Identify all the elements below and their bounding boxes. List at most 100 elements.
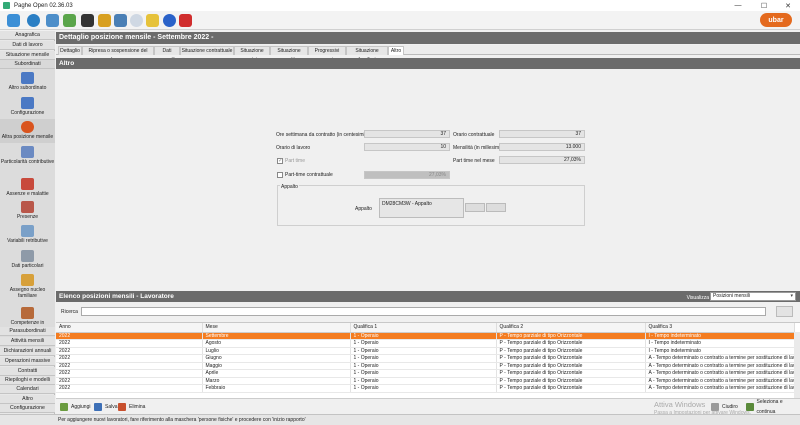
chart-icon	[21, 225, 34, 237]
nav-calendari[interactable]: Calendari	[0, 385, 55, 394]
search-input[interactable]	[81, 307, 766, 316]
tab-sit-contrattuale[interactable]: Situazione contrattuale	[180, 46, 234, 55]
part-time-checkbox[interactable]	[277, 157, 283, 164]
bug-icon[interactable]	[81, 14, 94, 27]
table-cell: 2022	[56, 377, 203, 385]
calendar-check-icon	[21, 201, 34, 213]
sidebar-item-altro-subordinato[interactable]: Altro subordinato	[0, 72, 55, 91]
nav-altro[interactable]: Altro	[0, 395, 55, 404]
orario-contrattuale-field[interactable]: 37	[499, 130, 585, 138]
visualizza-select[interactable]: Posizioni mensili	[710, 292, 796, 301]
network-icon[interactable]	[114, 14, 127, 27]
sidebar-item-dati-particolari[interactable]: Dati particolari	[0, 250, 55, 269]
appalto-search-button[interactable]	[465, 203, 485, 212]
col-qualifica-2[interactable]: Qualifica 2	[496, 323, 646, 333]
folder-icon[interactable]	[146, 14, 159, 27]
pt-contrattuale-checkbox[interactable]	[277, 172, 283, 178]
sidebar-item-configurazione[interactable]: Configurazione	[0, 97, 55, 116]
cloud-icon[interactable]	[130, 14, 143, 27]
search-button[interactable]	[776, 306, 793, 317]
table-cell: 2022	[56, 339, 203, 348]
ore-settimana-field[interactable]: 37	[364, 130, 450, 138]
col-mese[interactable]: Mese	[202, 323, 351, 333]
edit-icon[interactable]	[63, 14, 76, 27]
nav-dichiarazioni[interactable]: Dichiarazioni annuali	[0, 347, 55, 356]
mensilita-field[interactable]: 13.000	[499, 143, 585, 151]
search-label: Ricerca	[61, 309, 78, 315]
select-continue-button[interactable]: Seleziona e continua	[746, 399, 800, 415]
nav-anagrafica[interactable]: Anagrafica	[0, 31, 55, 40]
table-row[interactable]: 2022 Marzo 1 - Operaio P - Tempo parziale d…	[56, 377, 795, 385]
globe-icon[interactable]	[27, 14, 40, 27]
table-cell: Marzo	[202, 377, 351, 385]
add-button[interactable]: Aggiungi	[60, 402, 90, 412]
status-bar: Per aggiungere nuovi lavoratori, fare ri…	[0, 414, 800, 425]
orario-lavoro-field[interactable]: 10	[364, 143, 450, 151]
info-icon[interactable]	[163, 14, 176, 27]
nav-riepiloghi[interactable]: Riepiloghi e modelli	[0, 376, 55, 385]
tab-ripresa[interactable]: Ripresa o sospensione del lavoro	[82, 46, 154, 63]
people-icon[interactable]	[98, 14, 111, 27]
nav-dati-lavoro[interactable]: Dati di lavoro	[0, 41, 55, 50]
table-cell: 1 - Operaio	[350, 362, 497, 370]
tab-dettaglio[interactable]: Dettaglio	[58, 46, 82, 55]
col-qualifica-1[interactable]: Qualifica 1	[350, 323, 497, 333]
table-row[interactable]: 2022 Giugno 1 - Operaio P - Tempo parziale …	[56, 354, 795, 363]
delete-button[interactable]: Elimina	[118, 402, 145, 412]
table-row[interactable]: 2022 Agosto 1 - Operaio P - Tempo parziale …	[56, 339, 795, 348]
table-cell: P - Tempo parziale di tipo Orizzontale	[496, 332, 646, 340]
sidebar-item-presenze[interactable]: Presenze	[0, 201, 55, 220]
home-icon[interactable]	[7, 14, 20, 27]
table-cell: P - Tempo parziale di tipo Orizzontale	[496, 384, 646, 393]
nav-situazione-mensile[interactable]: Situazione mensile	[0, 51, 55, 60]
close-window-button[interactable]: ✕	[776, 0, 800, 11]
maximize-button[interactable]: ☐	[752, 0, 776, 11]
nav-attivita-mensili[interactable]: Attività mensili	[0, 337, 55, 346]
minimize-button[interactable]: —	[726, 0, 750, 11]
tab-sit-scatti[interactable]: Situazione scatti	[270, 46, 308, 63]
table-cell: P - Tempo parziale di tipo Orizzontale	[496, 347, 646, 355]
table-scrollbar[interactable]	[794, 332, 800, 398]
table-cell: Luglio	[202, 347, 351, 355]
nav-subordinati[interactable]: Subordinati	[0, 60, 55, 69]
sidebar-item-competenze[interactable]: Competenze in	[0, 307, 55, 326]
tab-sit-ratei[interactable]: Situazione ratei	[234, 46, 270, 63]
table-row[interactable]: 2022 Aprile 1 - Operaio P - Tempo parziale …	[56, 369, 795, 378]
tab-altro[interactable]: Altro	[388, 46, 404, 55]
person-icon	[21, 72, 34, 84]
table-cell: P - Tempo parziale di tipo Orizzontale	[496, 362, 646, 370]
sidebar-item-assenze[interactable]: Assenze e malattie	[0, 178, 55, 197]
sidebar-item-altra-posizione[interactable]: Altra posizione mensile	[0, 119, 55, 143]
sidebar-item-variabili[interactable]: Variabili retributive	[0, 225, 55, 244]
nav-configurazione[interactable]: Configurazione	[0, 404, 55, 413]
table-cell: 1 - Operaio	[350, 339, 497, 348]
app-icon	[3, 2, 10, 9]
table-row[interactable]: 2022 Luglio 1 - Operaio P - Tempo parziale …	[56, 347, 795, 355]
tab-sit-familiari[interactable]: Situazione familiari	[346, 46, 388, 63]
close-icon[interactable]	[179, 14, 192, 27]
tab-dati-mensili[interactable]: Dati mensili	[154, 46, 180, 63]
nav-parasubordinati[interactable]: Parasubordinati	[0, 327, 55, 336]
sidebar-item-particolarita[interactable]: Particolarità contributive	[0, 146, 55, 165]
nav-contratti[interactable]: Contratti	[0, 367, 55, 376]
appalto-edit-button[interactable]	[486, 203, 506, 212]
col-qualifica-3[interactable]: Qualifica 3	[645, 323, 795, 333]
appalto-field[interactable]: DM28CM3W - Appalto	[379, 198, 464, 218]
table-row[interactable]: 2022 Settembre 1 - Operaio P - Tempo parzia…	[56, 332, 795, 340]
tab-progressivi[interactable]: Progressivi annui	[308, 46, 346, 63]
table-cell: 1 - Operaio	[350, 369, 497, 378]
table-cell: I - Tempo indeterminato	[645, 339, 795, 348]
pt-contrattuale-label: Part-time contrattuale	[285, 172, 333, 178]
ore-settimana-label: Ore settimana da contratto (in centesimi…	[276, 132, 367, 138]
table-cell: A - Tempo determinato o contratto a term…	[645, 377, 795, 385]
table-row[interactable]: 2022 Febbraio 1 - Operaio P - Tempo parzial…	[56, 384, 795, 393]
col-anno[interactable]: Anno	[56, 323, 203, 333]
sidebar-item-assegno[interactable]: Assegno nucleo familiare	[0, 274, 55, 299]
section-title: Altro	[56, 58, 800, 69]
save-button[interactable]: Salva	[94, 402, 118, 412]
table-cell: A - Tempo determinato o contratto a term…	[645, 354, 795, 363]
refresh-icon[interactable]	[46, 14, 59, 27]
table-row[interactable]: 2022 Maggio 1 - Operaio P - Tempo parziale …	[56, 362, 795, 370]
nav-operazioni-massive[interactable]: Operazioni massive	[0, 357, 55, 366]
pt-mese-field[interactable]: 27,03%	[499, 156, 585, 164]
